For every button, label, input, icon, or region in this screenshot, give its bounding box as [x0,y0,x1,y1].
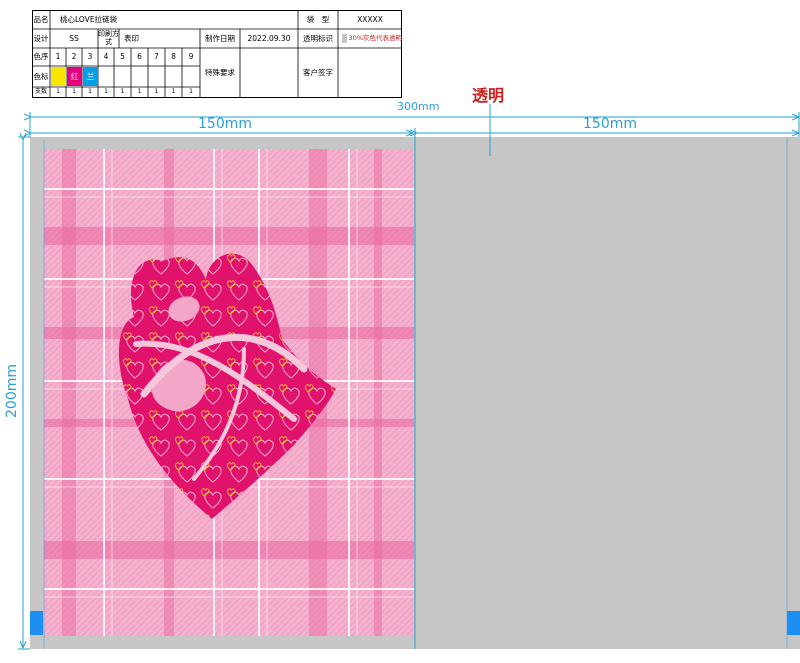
right-width-label: 150mm [583,116,637,132]
left-width-label: 150mm [198,116,252,132]
height-label: 200mm [4,364,20,418]
total-width-label: 300mm [397,100,440,113]
